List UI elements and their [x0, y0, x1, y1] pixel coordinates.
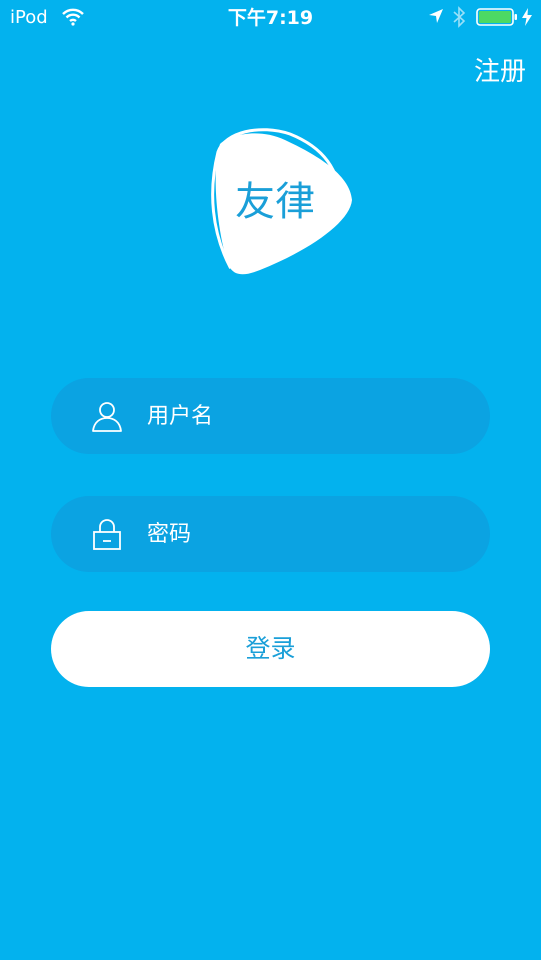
status-bar: iPod 下午7:19 — [0, 0, 541, 36]
username-input[interactable] — [147, 378, 457, 454]
login-button[interactable]: 登录 — [51, 611, 490, 687]
register-link[interactable]: 注册 — [474, 56, 526, 88]
username-field[interactable] — [51, 378, 490, 454]
password-field[interactable] — [51, 496, 490, 572]
lock-icon — [91, 518, 123, 550]
battery-icon — [476, 8, 518, 26]
bluetooth-icon — [452, 6, 466, 28]
location-arrow-icon — [428, 8, 444, 24]
charging-bolt-icon — [521, 7, 533, 27]
app-logo: 友律 — [190, 122, 360, 282]
password-input[interactable] — [147, 496, 457, 572]
logo-text: 友律 — [235, 179, 315, 225]
user-icon — [91, 400, 123, 432]
